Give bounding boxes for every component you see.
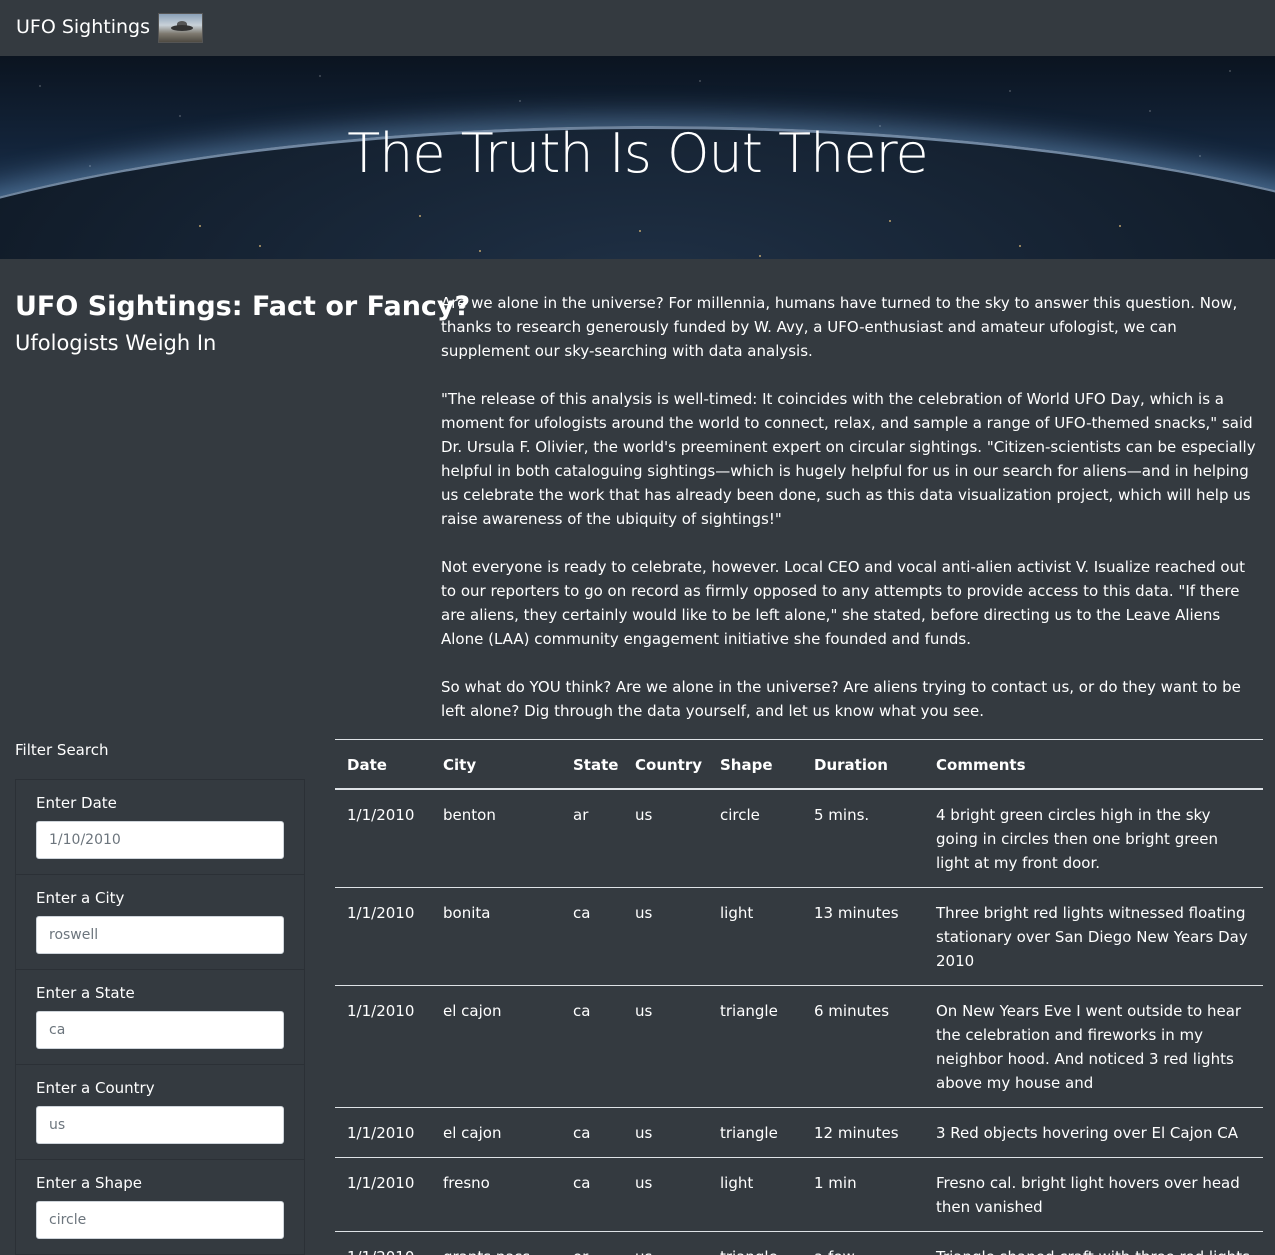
cell-country: us (623, 887, 708, 986)
cell-country: us (623, 788, 708, 888)
cell-country: us (623, 1231, 708, 1255)
filter-item-city: Enter a City (16, 875, 304, 970)
intro-subtitle: Ufologists Weigh In (15, 331, 217, 355)
cell-duration: 12 minutes (802, 1107, 924, 1158)
filter-panel: Enter Date Enter a City Enter a State En… (15, 779, 305, 1255)
cell-shape: triangle (708, 1231, 802, 1255)
cell-city: bonita (431, 887, 561, 986)
cell-country: us (623, 1107, 708, 1158)
column-header-date: Date (335, 739, 431, 790)
table-row: 1/1/2010 el cajon ca us triangle 12 minu… (335, 1107, 1263, 1158)
shape-input[interactable] (36, 1201, 284, 1239)
cell-date: 1/1/2010 (335, 985, 431, 1108)
article-paragraph: So what do YOU think? Are we alone in th… (441, 678, 1241, 720)
state-input[interactable] (36, 1011, 284, 1049)
cell-shape: light (708, 1157, 802, 1232)
cell-shape: triangle (708, 1107, 802, 1158)
filter-search-heading: Filter Search (15, 741, 109, 759)
column-header-state: State (561, 739, 623, 790)
shape-label: Enter a Shape (36, 1174, 142, 1192)
cell-comments: 4 bright green circles high in the sky g… (924, 788, 1263, 888)
cell-duration: 6 minutes (802, 985, 924, 1108)
filter-item-state: Enter a State (16, 970, 304, 1065)
table-row: 1/1/2010 bonita ca us light 13 minutes T… (335, 887, 1263, 986)
column-header-city: City (431, 739, 561, 790)
ufo-thumbnail-image[interactable] (158, 13, 203, 43)
cell-state: ca (561, 887, 623, 986)
cell-city: el cajon (431, 985, 561, 1108)
city-label: Enter a City (36, 889, 125, 907)
brand-link[interactable]: UFO Sightings (16, 16, 150, 38)
article-body: Are we alone in the universe? For millen… (441, 291, 1263, 747)
cell-country: us (623, 1157, 708, 1232)
date-input[interactable] (36, 821, 284, 859)
filter-item-date: Enter Date (16, 780, 304, 875)
filter-item-shape: Enter a Shape (16, 1160, 304, 1255)
table-row: 1/1/2010 fresno ca us light 1 min Fresno… (335, 1157, 1263, 1232)
sightings-table: Date City State Country Shape Duration C… (335, 739, 1263, 1255)
cell-state: ca (561, 985, 623, 1108)
cell-duration: a few (802, 1231, 924, 1255)
city-lights (0, 176, 1275, 259)
article-paragraph: Not everyone is ready to celebrate, howe… (441, 558, 1245, 648)
date-label: Enter Date (36, 794, 117, 812)
article-paragraph: "The release of this analysis is well-ti… (441, 390, 1256, 528)
city-input[interactable] (36, 916, 284, 954)
column-header-country: Country (623, 739, 708, 790)
cell-city: grants pass (431, 1231, 561, 1255)
cell-date: 1/1/2010 (335, 1231, 431, 1255)
cell-city: benton (431, 788, 561, 888)
cell-shape: circle (708, 788, 802, 888)
cell-country: us (623, 985, 708, 1108)
cell-comments: 3 Red objects hovering over El Cajon CA (924, 1107, 1263, 1158)
cell-comments: On New Years Eve I went outside to hear … (924, 985, 1263, 1108)
sightings-table-container: Date City State Country Shape Duration C… (335, 739, 1263, 1255)
table-row: 1/1/2010 el cajon ca us triangle 6 minut… (335, 985, 1263, 1108)
cell-city: fresno (431, 1157, 561, 1232)
cell-duration: 5 mins. (802, 788, 924, 888)
cell-duration: 1 min (802, 1157, 924, 1232)
article-paragraph: Are we alone in the universe? For millen… (441, 294, 1238, 360)
cell-date: 1/1/2010 (335, 1107, 431, 1158)
cell-state: ca (561, 1107, 623, 1158)
table-row: 1/1/2010 grants pass or us triangle a fe… (335, 1231, 1263, 1255)
cell-comments: Triangle shaped craft with three red lig… (924, 1231, 1263, 1255)
cell-comments: Three bright red lights witnessed floati… (924, 887, 1263, 986)
cell-state: or (561, 1231, 623, 1255)
table-header-row: Date City State Country Shape Duration C… (335, 739, 1263, 790)
cell-shape: light (708, 887, 802, 986)
hero-title: The Truth Is Out There (347, 122, 929, 185)
hero-banner: The Truth Is Out There (0, 56, 1275, 259)
cell-date: 1/1/2010 (335, 788, 431, 888)
cell-shape: triangle (708, 985, 802, 1108)
table-row: 1/1/2010 benton ar us circle 5 mins. 4 b… (335, 788, 1263, 888)
cell-date: 1/1/2010 (335, 887, 431, 986)
cell-state: ar (561, 788, 623, 888)
state-label: Enter a State (36, 984, 135, 1002)
cell-comments: Fresno cal. bright light hovers over hea… (924, 1157, 1263, 1232)
country-input[interactable] (36, 1106, 284, 1144)
intro-title: UFO Sightings: Fact or Fancy? (15, 291, 471, 322)
column-header-comments: Comments (924, 739, 1263, 790)
column-header-shape: Shape (708, 739, 802, 790)
column-header-duration: Duration (802, 739, 924, 790)
filter-item-country: Enter a Country (16, 1065, 304, 1160)
ufo-saucer-shape (171, 25, 193, 31)
cell-state: ca (561, 1157, 623, 1232)
navbar: UFO Sightings (0, 0, 1275, 56)
cell-duration: 13 minutes (802, 887, 924, 986)
country-label: Enter a Country (36, 1079, 155, 1097)
cell-date: 1/1/2010 (335, 1157, 431, 1232)
cell-city: el cajon (431, 1107, 561, 1158)
